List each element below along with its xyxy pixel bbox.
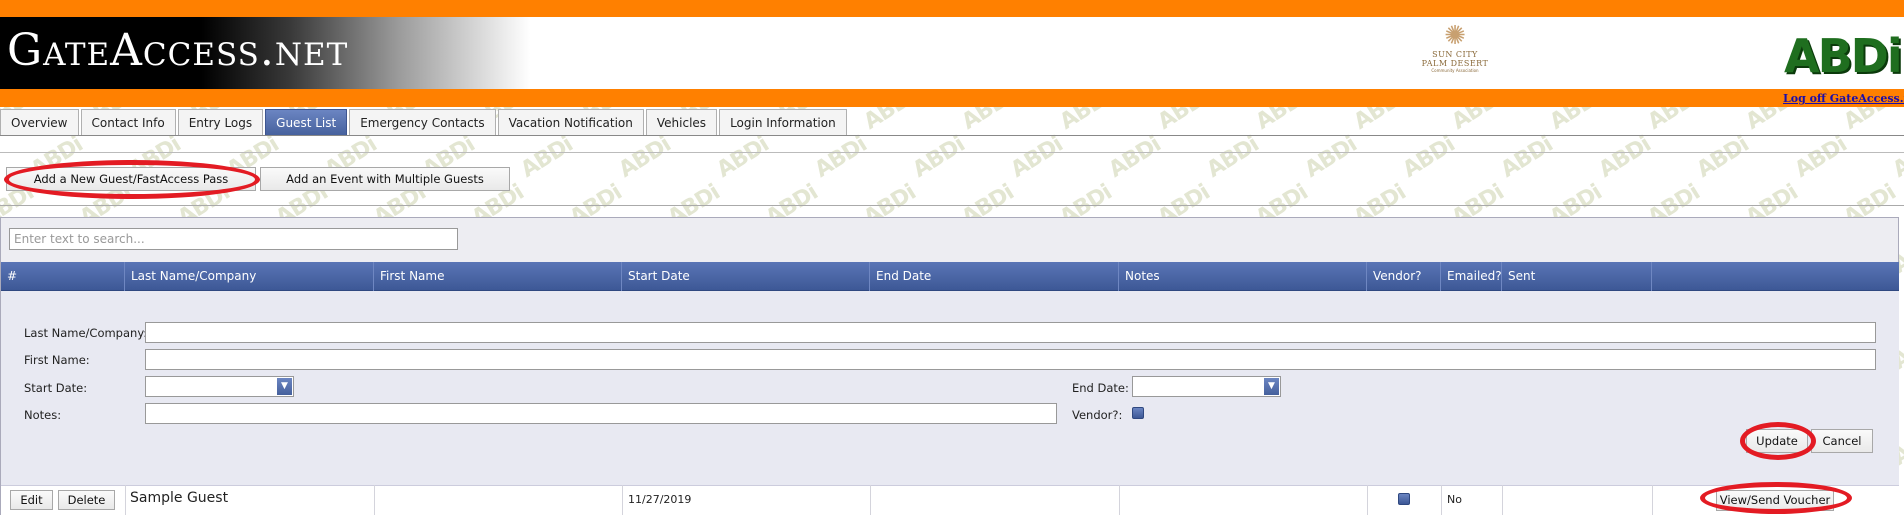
add-event-button[interactable]: Add an Event with Multiple Guests (260, 167, 510, 191)
watermark-logo: ABDi (908, 132, 970, 183)
community-tagline: Community Association (1431, 68, 1479, 73)
column-header-last-name[interactable]: Last Name/Company (125, 262, 374, 291)
tab-contact-info[interactable]: Contact Info (80, 109, 176, 136)
watermark-logo: ABDi (859, 107, 921, 135)
watermark-logo: ABDi (712, 132, 774, 183)
community-name-line1: SUN CITY (1432, 50, 1478, 59)
column-header-first-name[interactable]: First Name (374, 262, 622, 291)
brand-banner: GateAccess.net (0, 17, 530, 89)
brand-logo-text: GateAccess.net (7, 25, 349, 76)
tab-vehicles[interactable]: Vehicles (645, 109, 718, 136)
watermark-logo: ABDi (1496, 132, 1558, 183)
tab-login-information[interactable]: Login Information (719, 109, 847, 136)
watermark-logo: ABDi (1594, 132, 1656, 183)
tab-overview[interactable]: Overview (0, 109, 79, 136)
column-header-number: # (1, 262, 125, 291)
community-name-line2: PALM DESERT (1421, 59, 1489, 68)
watermark-logo: ABDi (1153, 107, 1215, 135)
table-header: # Last Name/Company First Name Start Dat… (1, 262, 1899, 291)
watermark-logo: ABDi (1692, 132, 1754, 183)
tab-underline (0, 135, 1904, 136)
tab-guest-list[interactable]: Guest List (265, 109, 348, 136)
watermark-logo: ABDi (1790, 132, 1852, 183)
highlight-ring-voucher (1700, 482, 1852, 514)
notes-field[interactable] (145, 403, 1057, 424)
highlight-ring-update (1740, 422, 1816, 460)
watermark-logo: ABDi (614, 132, 676, 183)
guest-last-name: Sample Guest (130, 490, 229, 506)
watermark-logo: ABDi (1839, 107, 1901, 135)
table-row (1, 485, 1899, 515)
watermark-logo: ABDi (1202, 132, 1264, 183)
search-input[interactable] (9, 228, 458, 250)
delete-button[interactable]: Delete (58, 490, 115, 510)
divider (0, 205, 1904, 206)
watermark-logo: ABDi (810, 132, 872, 183)
watermark-logo: ABDi (1447, 107, 1509, 135)
column-header-notes[interactable]: Notes (1119, 262, 1367, 291)
notes-label: Notes: (24, 408, 62, 422)
column-header-emailed[interactable]: Emailed? (1441, 262, 1502, 291)
column-header-vendor[interactable]: Vendor? (1367, 262, 1441, 291)
cell-divider (622, 485, 623, 515)
site-header: GateAccess.net ✺ SUN CITY PALM DESERT Co… (0, 17, 1904, 89)
watermark-logo: ABDi (1300, 132, 1362, 183)
cell-divider (125, 485, 126, 515)
watermark-logo: ABDi (1398, 132, 1460, 183)
highlight-ring-add-guest (4, 160, 260, 199)
guest-start-date: 11/27/2019 (628, 493, 692, 506)
vendor-checkbox-row[interactable] (1398, 493, 1410, 505)
watermark-logo: ABDi (1055, 107, 1117, 135)
start-date-select[interactable]: ▼ (145, 376, 294, 397)
tab-vacation-notification[interactable]: Vacation Notification (497, 109, 644, 136)
cell-divider (1119, 485, 1120, 515)
end-date-select[interactable]: ▼ (1132, 376, 1281, 397)
palm-icon: ✺ (1444, 21, 1466, 51)
chevron-down-icon[interactable]: ▼ (277, 378, 292, 395)
tab-bar: Overview Contact Info Entry Logs Guest L… (0, 109, 849, 136)
guest-emailed: No (1447, 493, 1462, 506)
tab-emergency-contacts[interactable]: Emergency Contacts (349, 109, 496, 136)
last-name-label: Last Name/Company: (24, 326, 148, 340)
orange-bar (0, 89, 1904, 107)
cell-divider (1441, 485, 1442, 515)
column-header-actions (1652, 262, 1899, 291)
first-name-label: First Name: (24, 353, 90, 367)
last-name-field[interactable] (145, 322, 1876, 343)
watermark-logo: ABDi (1104, 132, 1166, 183)
cell-divider (374, 485, 375, 515)
cell-divider (1652, 485, 1653, 515)
cancel-button[interactable]: Cancel (1811, 429, 1873, 453)
tab-entry-logs[interactable]: Entry Logs (177, 109, 264, 136)
column-header-start-date[interactable]: Start Date (622, 262, 870, 291)
watermark-logo: ABDi (1643, 107, 1705, 135)
logoff-link[interactable]: Log off GateAccess.net (1783, 92, 1904, 105)
watermark-logo: ABDi (1741, 107, 1803, 135)
watermark-logo: ABDi (1545, 107, 1607, 135)
column-header-end-date[interactable]: End Date (870, 262, 1119, 291)
vendor-logo: ABDi (1784, 29, 1903, 83)
watermark-logo: ABDi (1251, 107, 1313, 135)
edit-button[interactable]: Edit (10, 490, 53, 510)
end-date-label: End Date: (1072, 381, 1129, 395)
cell-divider (1367, 485, 1368, 515)
watermark-logo: ABDi (957, 107, 1019, 135)
cell-divider (1502, 485, 1503, 515)
vendor-checkbox[interactable] (1132, 407, 1144, 419)
vendor-label: Vendor?: (1072, 408, 1123, 422)
top-orange-stripe (0, 0, 1904, 17)
chevron-down-icon[interactable]: ▼ (1264, 378, 1279, 395)
watermark-logo: ABDi (516, 132, 578, 183)
watermark-logo: ABDi (1888, 132, 1904, 183)
cell-divider (870, 485, 871, 515)
column-header-sent[interactable]: Sent (1502, 262, 1652, 291)
community-logo: ✺ SUN CITY PALM DESERT Community Associa… (1420, 22, 1490, 84)
watermark-logo: ABDi (1349, 107, 1411, 135)
first-name-field[interactable] (145, 349, 1876, 370)
divider (0, 152, 1904, 153)
start-date-label: Start Date: (24, 381, 88, 395)
watermark-logo: ABDi (1006, 132, 1068, 183)
